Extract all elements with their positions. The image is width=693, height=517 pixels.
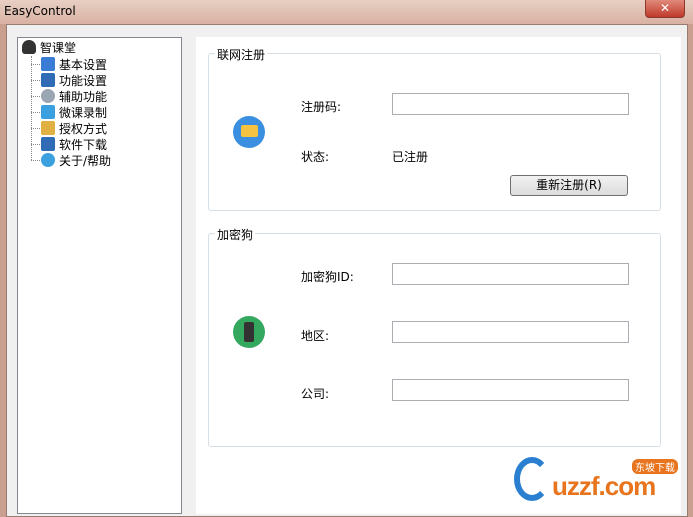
user-key-icon <box>41 121 55 135</box>
tree-item[interactable]: 基本设置 <box>41 56 107 72</box>
magnifier-icon <box>41 89 55 103</box>
dongle-id-input[interactable] <box>392 263 629 285</box>
group-title: 加密狗 <box>215 226 256 243</box>
card-icon <box>41 105 55 119</box>
tree-line <box>31 160 40 161</box>
card-icon <box>233 116 265 148</box>
logo-mark-icon <box>514 457 550 501</box>
close-button[interactable]: ✕ <box>645 0 685 18</box>
tree-item-label: 功能设置 <box>59 73 108 88</box>
online-register-group: 联网注册 注册码: 状态: 已注册 重新注册(R) <box>208 46 661 211</box>
monitor-icon <box>41 57 55 71</box>
tree-item[interactable]: 授权方式 <box>41 120 107 136</box>
reregister-button[interactable]: 重新注册(R) <box>510 175 628 196</box>
tree-line <box>31 80 40 81</box>
user-icon <box>22 40 36 54</box>
watermark-logo: uzzf.com 东坡下载 <box>510 455 690 505</box>
tree-item[interactable]: 微课录制 <box>41 104 107 120</box>
status-label: 状态: <box>301 150 330 164</box>
tree-item-label: 软件下载 <box>59 137 108 152</box>
tree-item[interactable]: 功能设置 <box>41 72 107 88</box>
group-title: 联网注册 <box>215 46 268 63</box>
dongle-group: 加密狗 加密狗ID: 地区: 公司: <box>208 226 661 447</box>
dongle-id-label: 加密狗ID: <box>301 270 354 284</box>
register-code-input[interactable] <box>392 93 629 115</box>
watermark-badge: 东坡下载 <box>632 459 678 474</box>
company-label: 公司: <box>301 387 330 401</box>
info-icon <box>41 153 55 167</box>
screen-icon <box>41 137 55 151</box>
company-input[interactable] <box>392 379 629 401</box>
tree-item[interactable]: 关于/帮助 <box>41 152 111 168</box>
tree-line <box>31 112 40 113</box>
region-input[interactable] <box>392 321 629 343</box>
title-bar: EasyControl ✕ <box>0 0 693 24</box>
tree-item-label: 辅助功能 <box>59 89 108 104</box>
screen-icon <box>41 73 55 87</box>
status-value: 已注册 <box>392 150 429 164</box>
tree-item[interactable]: 软件下载 <box>41 136 107 152</box>
tree-line <box>31 96 40 97</box>
tree-item-label: 微课录制 <box>59 105 108 120</box>
tree-root[interactable]: 智课堂 <box>22 39 76 55</box>
watermark-text: uzzf.com <box>552 471 656 501</box>
code-label: 注册码: <box>301 100 342 114</box>
tree-root-label: 智课堂 <box>40 40 77 55</box>
tree-item-label: 关于/帮助 <box>59 153 112 168</box>
tree-line <box>31 128 40 129</box>
window-title: EasyControl <box>4 4 76 18</box>
tree-item[interactable]: 辅助功能 <box>41 88 107 104</box>
content-panel: 联网注册 注册码: 状态: 已注册 重新注册(R) 加密狗 加密狗ID: 地区:… <box>196 37 681 514</box>
tree-item-label: 基本设置 <box>59 57 108 72</box>
usb-dongle-icon <box>233 316 265 348</box>
tree-item-label: 授权方式 <box>59 121 108 136</box>
tree-line <box>31 144 40 145</box>
region-label: 地区: <box>301 329 330 343</box>
tree-line <box>31 64 40 65</box>
